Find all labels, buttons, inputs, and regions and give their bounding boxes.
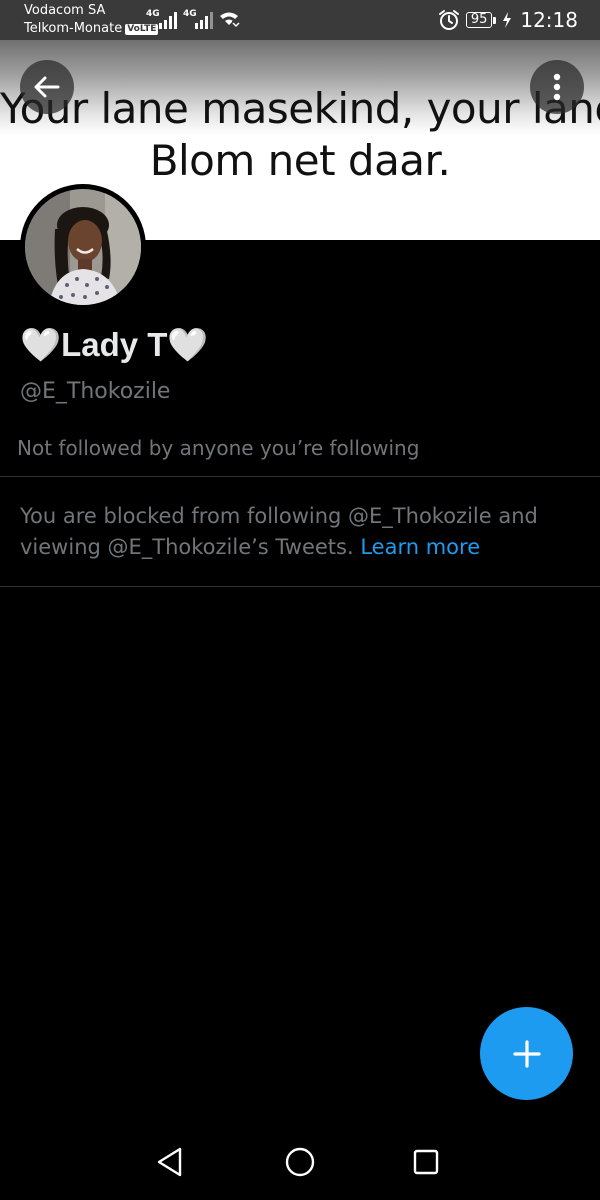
status-bar: Vodacom SA Telkom-Monate VoLTE 4G 4G 95 … — [0, 0, 600, 40]
more-vertical-icon — [553, 73, 561, 101]
signal-icon — [159, 12, 177, 29]
plus-icon — [512, 1039, 541, 1068]
alarm-icon — [438, 10, 459, 30]
avatar-photo — [25, 189, 141, 305]
charging-icon — [503, 12, 512, 28]
followed-by-text: Not followed by anyone you’re following — [17, 436, 420, 460]
profile-photo — [25, 189, 141, 305]
carrier-name-1: Vodacom SA — [24, 3, 106, 18]
display-name: 🤍Lady T🤍 — [20, 326, 209, 363]
learn-more-link[interactable]: Learn more — [360, 535, 480, 559]
circle-home-icon — [285, 1147, 315, 1177]
more-options-button[interactable] — [530, 60, 584, 114]
banner-text-line-1: Your lane masekind, your lane! — [0, 84, 600, 133]
blocked-notice: You are blocked from following @E_Thokoz… — [20, 501, 580, 563]
compose-tweet-button[interactable] — [480, 1007, 573, 1100]
triangle-back-icon — [157, 1147, 182, 1177]
carrier-name-2: Telkom-Monate VoLTE — [24, 21, 159, 36]
user-handle: @E_Thokozile — [20, 379, 171, 404]
profile-screen: Vodacom SA Telkom-Monate VoLTE 4G 4G 95 … — [0, 0, 600, 1200]
signal-icon — [195, 12, 213, 29]
square-recents-icon — [413, 1149, 439, 1175]
arrow-left-icon — [34, 76, 60, 98]
volte-badge: VoLTE — [125, 24, 159, 35]
wifi-calling-icon — [220, 12, 240, 28]
banner-text-line-2: Blom net daar. — [149, 136, 451, 185]
battery-icon: 95 — [465, 12, 496, 28]
divider — [0, 586, 600, 587]
clock: 12:18 — [520, 8, 578, 32]
nav-back-button[interactable] — [152, 1144, 188, 1180]
divider — [0, 476, 600, 477]
carrier-name-2-label: Telkom-Monate — [24, 21, 123, 36]
nav-recents-button[interactable] — [408, 1144, 444, 1180]
status-right-group: 95 12:18 — [438, 8, 578, 32]
system-nav-bar — [0, 1124, 600, 1200]
nav-home-button[interactable] — [282, 1144, 318, 1180]
avatar[interactable] — [20, 184, 146, 310]
back-button[interactable] — [20, 60, 74, 114]
